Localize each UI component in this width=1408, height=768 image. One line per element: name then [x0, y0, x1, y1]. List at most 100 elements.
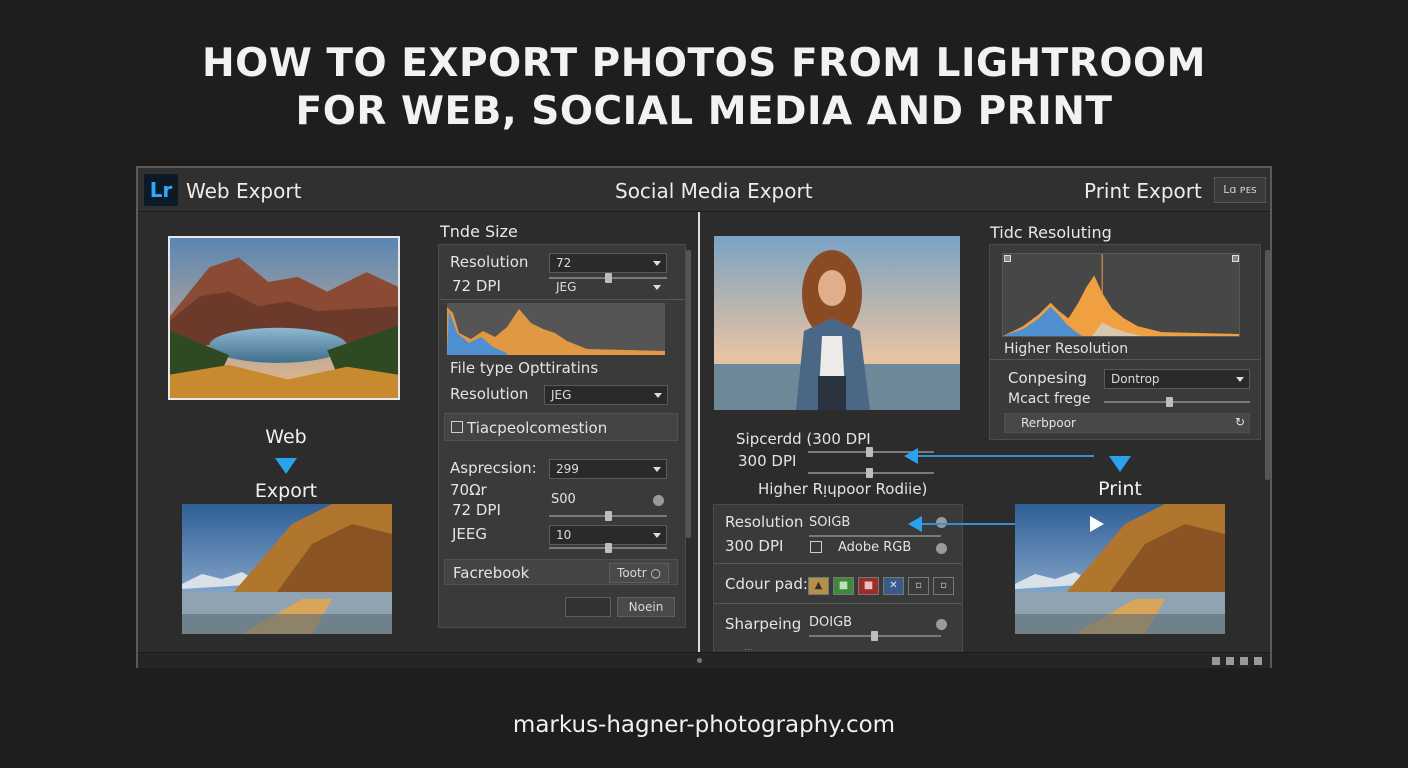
swatch-red-icon[interactable]: ■ [858, 577, 879, 595]
slider-knob[interactable] [1166, 397, 1173, 407]
blank-button[interactable] [565, 597, 611, 617]
view-grid-icon[interactable] [1212, 657, 1220, 665]
view-loupe-icon[interactable] [1226, 657, 1234, 665]
social-dpi-label: 300 DPI [738, 452, 797, 470]
arrow-down-icon [1109, 456, 1131, 472]
chevron-down-icon [653, 261, 661, 266]
print-photo-mountain [1015, 504, 1225, 634]
tab-print-export[interactable]: Print Export [1084, 179, 1202, 203]
corner-handle-icon[interactable] [1232, 255, 1239, 262]
social-sharpening-slider[interactable] [809, 631, 941, 641]
web-settings-panel: Resolution 72 72 DPI JEG File type Optti… [438, 244, 686, 628]
reset-dot-icon[interactable] [936, 619, 947, 630]
print-panel-scrollbar[interactable] [1265, 250, 1270, 480]
social-colorspace-value: Adobe RGB [838, 540, 912, 555]
center-divider [698, 212, 700, 652]
divider [439, 299, 685, 300]
web-format-value: JEG [556, 280, 577, 294]
divider [714, 603, 962, 604]
web-checkbox-label: Tiacpeolcomestion [467, 419, 608, 437]
chevron-down-icon [653, 285, 661, 290]
tab-social-media-export[interactable]: Social Media Export [615, 179, 813, 203]
social-resolution-slider[interactable] [809, 535, 941, 537]
web-resolution2-value: JEG [551, 388, 572, 402]
web-resolution2-label: Resolution [450, 385, 529, 403]
colorspace-icon[interactable] [810, 541, 822, 553]
reset-dot-icon[interactable] [936, 543, 947, 554]
print-settings-panel: Higher Resolution Conpesing Dontrop Mcac… [989, 244, 1261, 440]
web-quality-dropdown[interactable]: 10 [549, 525, 667, 545]
social-sharpening-label: Sharpeing [725, 615, 802, 633]
arrow-left-icon [904, 448, 918, 464]
web-size-label: 70Ωr [450, 481, 487, 499]
print-mact-slider[interactable] [1104, 397, 1250, 407]
print-panel-title: Tidc Resoluting [990, 223, 1112, 242]
web-panel-scrollbar[interactable] [686, 250, 691, 538]
social-dpi2-label: 300 DPI [725, 537, 784, 555]
web-resolution-value: 72 [556, 256, 572, 270]
view-survey-icon[interactable] [1254, 657, 1262, 665]
print-refresh-label: Rerbpoor [1021, 416, 1076, 430]
slider-knob[interactable] [866, 468, 873, 478]
slider-knob[interactable] [605, 511, 612, 521]
social-sharpening-value: DOIGB [809, 615, 853, 630]
top-right-button[interactable]: Lɑ ᴘᴇs [1214, 177, 1266, 203]
web-format-dropdown[interactable]: JEG [549, 277, 667, 297]
social-higher-label: Higher Rᴉɥpoor Rodiie) [758, 480, 928, 498]
web-size-slider[interactable] [549, 511, 667, 521]
divider [714, 563, 962, 564]
slider-knob[interactable] [605, 543, 612, 553]
print-compressing-dropdown[interactable]: Dontrop [1104, 369, 1250, 389]
lightroom-logo-icon: Lr [144, 174, 178, 206]
swatch-row: ▲ ■ ■ ✕ ▫ ▫ [808, 577, 958, 595]
chevron-down-icon [653, 533, 661, 538]
social-colour-label: Cdour pad: [725, 575, 808, 593]
print-compressing-label: Conpesing [1008, 369, 1087, 387]
headline-line-1: HOW TO EXPORT PHOTOS FROM LIGHTROOM [202, 41, 1206, 86]
arrow-left-icon [908, 516, 922, 532]
social-dpi-slider[interactable] [808, 468, 934, 478]
print-histogram [1002, 253, 1240, 337]
label-print: Print [1098, 478, 1142, 500]
web-histogram [447, 303, 665, 355]
swatch-triangle-icon[interactable]: ▲ [808, 577, 829, 595]
arrow-line [918, 455, 1094, 457]
title-bar: Lr Web Export Social Media Export Print … [138, 168, 1270, 212]
print-refresh-row[interactable]: Rerbpoor ↻ [1004, 413, 1250, 433]
slider-knob[interactable] [866, 447, 873, 457]
web-resolution-dropdown[interactable]: 72 [549, 253, 667, 273]
label-web: Web [265, 426, 307, 448]
web-resolution-label: Resolution [450, 253, 529, 271]
web-resolution2-dropdown[interactable]: JEG [544, 385, 668, 405]
web-dpi-label: 72 DPI [452, 277, 501, 295]
tab-web-export[interactable]: Web Export [186, 179, 301, 203]
web-checkbox-row[interactable]: Tiacpeolcomestion [444, 413, 678, 441]
web-facebook-row[interactable]: Facrebook Tootr ○ [444, 559, 678, 585]
web-quality-slider[interactable] [549, 543, 667, 553]
view-compare-icon[interactable] [1240, 657, 1248, 665]
headline: HOW TO EXPORT PHOTOS FROM LIGHTROOM FOR … [0, 40, 1408, 136]
reset-dot-icon[interactable] [653, 495, 664, 506]
web-aspect-label: Asprecsion: [450, 459, 537, 477]
refresh-icon[interactable]: ↻ [1235, 415, 1245, 429]
footer-url: markus-hagner-photography.com [512, 712, 896, 738]
web-filetype-label: File type Opttiratins [450, 359, 599, 377]
label-export: Export [254, 480, 318, 502]
social-photo-portrait [714, 236, 960, 410]
swatch-dark-icon[interactable]: ▫ [908, 577, 929, 595]
slider-knob[interactable] [871, 631, 878, 641]
web-photo-mountain [182, 504, 392, 634]
social-resolution-value: SOIGB [809, 515, 851, 530]
web-dpi2-label: 72 DPI [452, 501, 501, 519]
web-bottom-button[interactable]: Noein [617, 597, 675, 617]
corner-handle-icon[interactable] [1004, 255, 1011, 262]
swatch-green-icon[interactable]: ■ [833, 577, 854, 595]
headline-line-2: FOR WEB, SOCIAL MEDIA AND PRINT [295, 89, 1113, 134]
web-facebook-label: Facrebook [453, 564, 530, 582]
checkbox-icon[interactable] [451, 421, 463, 433]
web-panel-title: Tnde Size [440, 222, 518, 241]
web-aspect-dropdown[interactable]: 299 [549, 459, 667, 479]
swatch-blue-icon[interactable]: ✕ [883, 577, 904, 595]
web-facebook-button[interactable]: Tootr ○ [609, 563, 669, 583]
swatch-empty-icon[interactable]: ▫ [933, 577, 954, 595]
